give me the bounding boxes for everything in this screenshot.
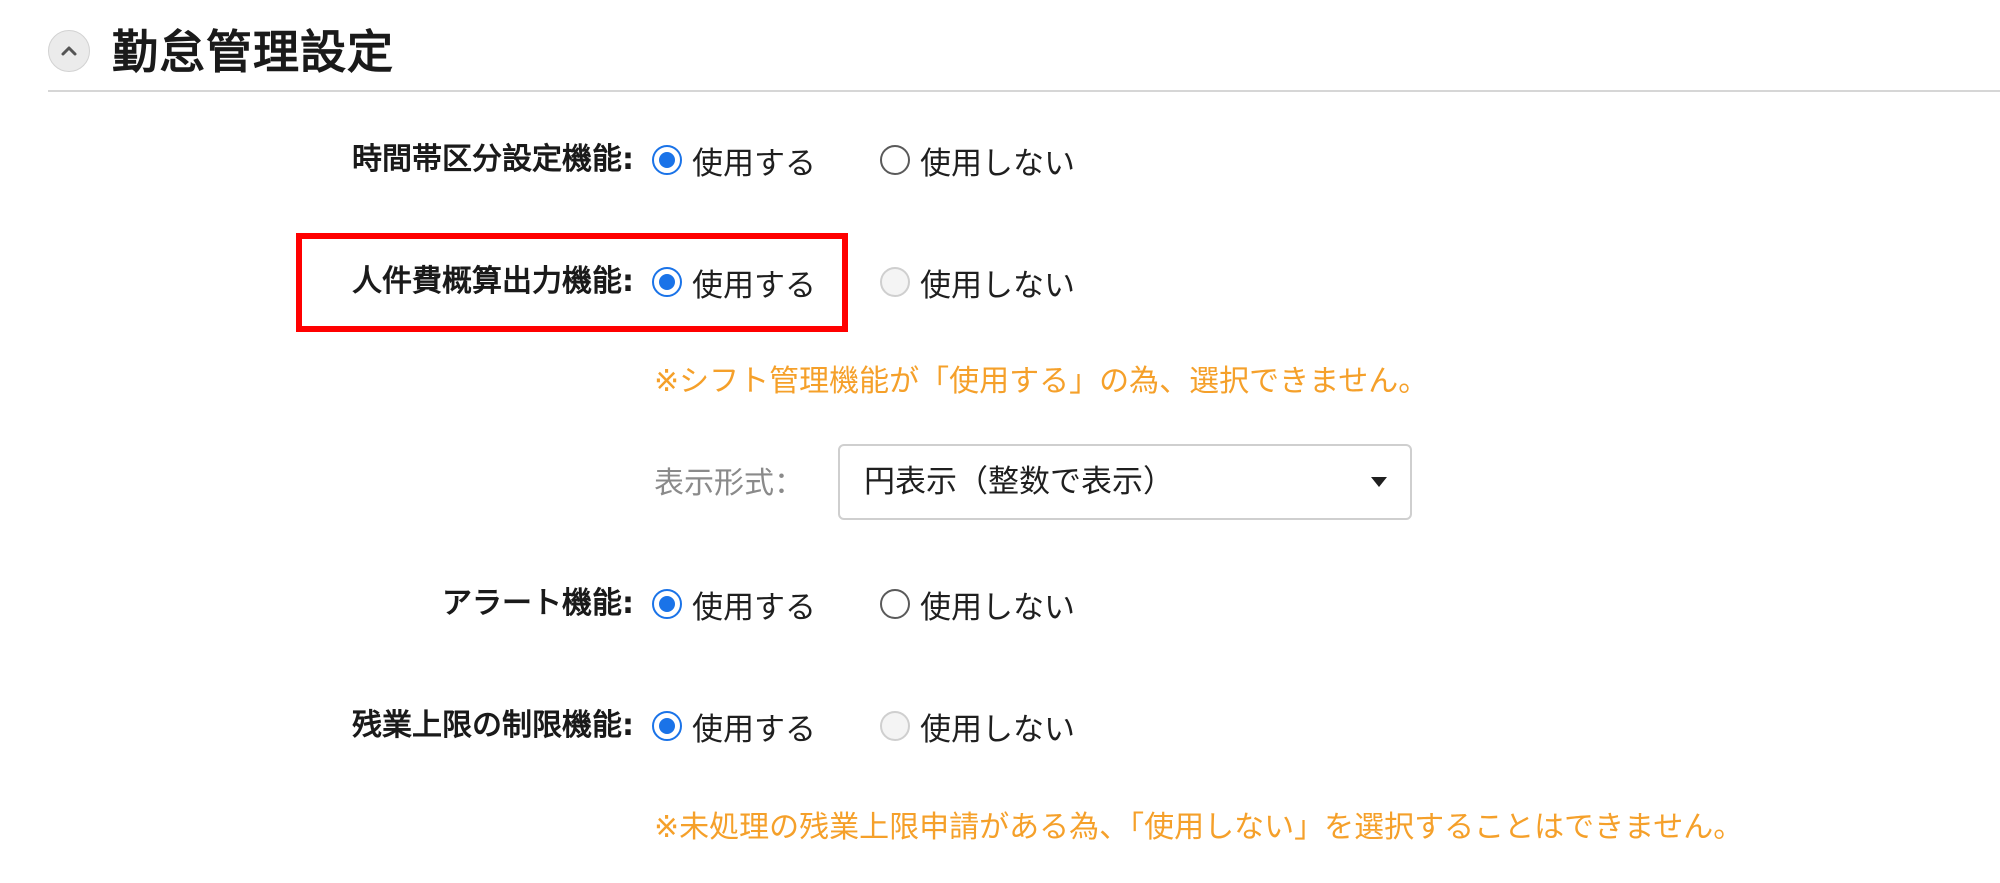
format-label: 表示形式： — [654, 466, 804, 501]
radio-option-use[interactable]: 使用する — [652, 696, 816, 756]
chevron-up-icon — [61, 46, 77, 56]
setting-label: 時間帯区分設定機能: — [352, 142, 634, 177]
radio-option-nouse[interactable]: 使用しない — [880, 574, 1075, 634]
collapse-button[interactable] — [48, 30, 90, 72]
setting-row-timezone: 時間帯区分設定機能: 使用する 使用しない — [0, 130, 2000, 190]
setting-row-alert: アラート機能: 使用する 使用しない — [0, 574, 2000, 634]
radio-option-nouse-disabled: 使用しない — [880, 696, 1075, 756]
radio-label: 使用する — [692, 145, 816, 182]
notice-labor-cost: ※シフト管理機能が「使用する」の為、選択できません。 — [654, 364, 1429, 399]
notice-overtime-limit: ※未処理の残業上限申請がある為、「使用しない」を選択することはできません。 — [654, 810, 1744, 845]
radio-label: 使用しない — [920, 589, 1075, 626]
radio-button[interactable] — [880, 145, 910, 175]
radio-button[interactable] — [652, 589, 682, 619]
select-value: 円表示（整数で表示） — [864, 464, 1174, 500]
caret-down-icon — [1371, 477, 1387, 487]
radio-button-disabled — [880, 267, 910, 297]
radio-label: 使用しない — [920, 711, 1075, 748]
radio-option-nouse[interactable]: 使用しない — [880, 130, 1075, 190]
highlight-box — [296, 233, 848, 332]
radio-label: 使用する — [692, 711, 816, 748]
radio-option-nouse-disabled: 使用しない — [880, 252, 1075, 312]
radio-option-use[interactable]: 使用する — [652, 574, 816, 634]
radio-button[interactable] — [652, 711, 682, 741]
radio-button[interactable] — [652, 145, 682, 175]
setting-row-overtime-limit: 残業上限の制限機能: 使用する 使用しない — [0, 696, 2000, 756]
setting-label: アラート機能: — [442, 586, 634, 621]
display-format-select[interactable]: 円表示（整数で表示） — [838, 444, 1412, 520]
section-header: 勤怠管理設定 — [48, 18, 2000, 92]
radio-option-use[interactable]: 使用する — [652, 130, 816, 190]
setting-label: 残業上限の制限機能: — [352, 708, 634, 743]
radio-button[interactable] — [880, 589, 910, 619]
radio-label: 使用しない — [920, 145, 1075, 182]
radio-label: 使用する — [692, 589, 816, 626]
radio-label: 使用しない — [920, 267, 1075, 304]
radio-button-disabled — [880, 711, 910, 741]
section-title: 勤怠管理設定 — [112, 25, 394, 79]
